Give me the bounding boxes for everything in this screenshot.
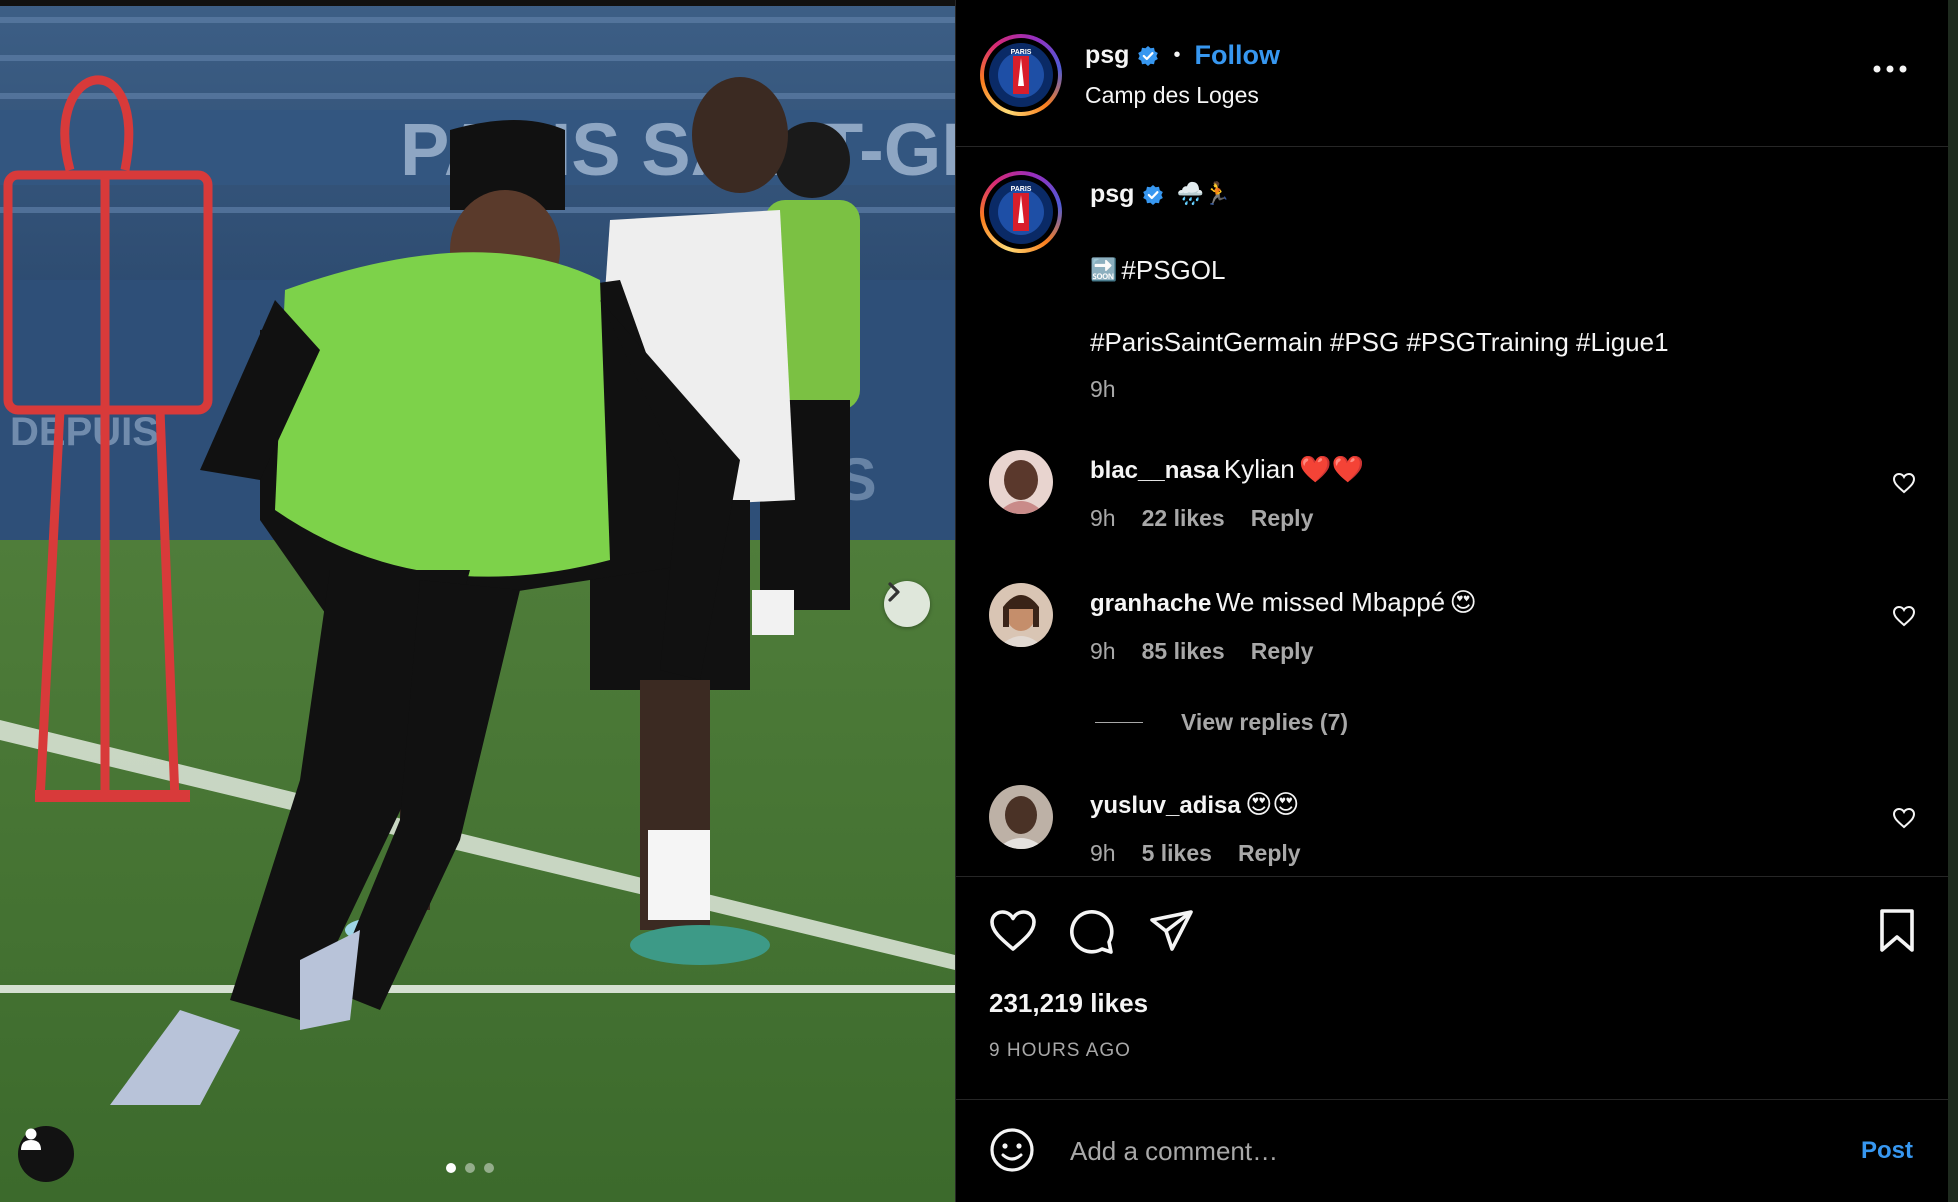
- comment-text: We missed Mbappé: [1215, 587, 1446, 617]
- more-options-button[interactable]: [1872, 62, 1908, 80]
- comment-likes[interactable]: 22 likes: [1142, 505, 1225, 532]
- carousel-dot: [484, 1163, 494, 1173]
- photo-top-edge: [0, 0, 955, 6]
- caption-header: psg 🌧️🏃: [1090, 180, 1231, 209]
- comment-username[interactable]: granhache: [1090, 590, 1211, 617]
- comment-likes[interactable]: 85 likes: [1142, 638, 1225, 665]
- comment-text: Kylian: [1223, 454, 1295, 484]
- carousel-dot-active: [446, 1163, 456, 1173]
- comment-likes[interactable]: 5 likes: [1142, 840, 1212, 867]
- header-username[interactable]: psg: [1085, 41, 1129, 70]
- carousel-next-button[interactable]: [884, 581, 930, 627]
- replies-divider-line: [1095, 722, 1143, 723]
- training-photo-illustration: PARIS SAINT-GE DEPUIS IS: [0, 0, 955, 1202]
- post-location[interactable]: Camp des Loges: [1085, 82, 1259, 109]
- heart-outline-icon[interactable]: [1892, 807, 1916, 829]
- view-replies-label: View replies (7): [1181, 709, 1349, 735]
- post-timestamp: 9 HOURS AGO: [989, 1040, 1131, 1061]
- post-photo[interactable]: PARIS SAINT-GE DEPUIS IS: [0, 0, 955, 1202]
- commenter-avatar[interactable]: [989, 785, 1053, 849]
- reply-button[interactable]: Reply: [1238, 840, 1301, 867]
- account-avatar[interactable]: PARIS: [980, 34, 1062, 116]
- post-comment-button[interactable]: Post: [1861, 1137, 1913, 1165]
- comments-section[interactable]: PARIS psg 🌧️🏃 🔜 #PSGOL #ParisSaintGermai…: [956, 147, 1949, 875]
- avatar-photo: [989, 450, 1053, 514]
- heart-outline-icon[interactable]: [1892, 605, 1916, 627]
- avatar-photo: [989, 785, 1053, 849]
- caption-hashtags[interactable]: #ParisSaintGermain #PSG #PSGTraining #Li…: [1090, 327, 1669, 358]
- comment-time: 9h: [1090, 840, 1116, 866]
- bookmark-icon[interactable]: [1878, 908, 1916, 954]
- comment-username[interactable]: blac__nasa: [1090, 457, 1219, 484]
- follow-button[interactable]: Follow: [1194, 40, 1279, 71]
- chevron-right-icon: [888, 582, 900, 602]
- comment-time: 9h: [1090, 638, 1116, 664]
- commenter-avatar[interactable]: [989, 583, 1053, 647]
- heart-outline-icon[interactable]: [1892, 472, 1916, 494]
- more-horizontal-icon: [1873, 65, 1907, 73]
- svg-text:PARIS: PARIS: [1011, 49, 1032, 56]
- soon-arrow-icon: 🔜: [1090, 258, 1118, 283]
- comment-bubble-icon[interactable]: [1069, 909, 1115, 955]
- commenter-avatar[interactable]: [989, 450, 1053, 514]
- comment-time: 9h: [1090, 505, 1116, 531]
- user-icon: [21, 1128, 41, 1150]
- verified-badge-icon: [1138, 45, 1159, 66]
- likes-count[interactable]: 231,219 likes: [989, 988, 1148, 1019]
- tagged-users-button[interactable]: [18, 1126, 74, 1182]
- caption-hashtag-psgol[interactable]: #PSGOL: [1121, 255, 1225, 286]
- emoji-smiley-icon[interactable]: [989, 1127, 1035, 1173]
- comment-emoji: 😍: [1449, 588, 1477, 618]
- like-heart-icon[interactable]: [989, 909, 1037, 953]
- psg-logo-icon: PARIS: [989, 180, 1053, 244]
- caption-emojis: 🌧️🏃: [1176, 182, 1232, 207]
- svg-text:DEPUIS: DEPUIS: [10, 410, 159, 454]
- post-side-panel: PARIS psg • Follow Camp des Loges PARIS …: [955, 0, 1949, 1202]
- comment-input[interactable]: [1068, 1129, 1772, 1173]
- reply-button[interactable]: Reply: [1251, 638, 1314, 665]
- verified-badge-icon: [1143, 184, 1164, 205]
- post-actions: 231,219 likes 9 HOURS AGO: [956, 876, 1949, 1100]
- psg-logo-icon: PARIS: [989, 43, 1053, 107]
- svg-text:PARIS: PARIS: [1011, 186, 1032, 193]
- comment-emoji: ❤️❤️: [1299, 455, 1364, 485]
- reply-button[interactable]: Reply: [1251, 505, 1314, 532]
- carousel-indicator: [446, 1163, 494, 1173]
- header-separator: •: [1173, 44, 1181, 66]
- caption-username[interactable]: psg: [1090, 180, 1134, 209]
- post-header: PARIS psg • Follow Camp des Loges: [956, 0, 1949, 147]
- view-replies-button[interactable]: View replies (7): [1095, 709, 1348, 736]
- share-send-icon[interactable]: [1149, 909, 1195, 953]
- background-edge: [1948, 0, 1958, 1202]
- comment-username[interactable]: yusluv_adisa: [1090, 792, 1241, 819]
- caption-time: 9h: [1090, 376, 1116, 402]
- add-comment-bar: Post: [956, 1099, 1949, 1202]
- caption-avatar[interactable]: PARIS: [980, 171, 1062, 253]
- caption-line-1: 🔜 #PSGOL: [1090, 255, 1225, 286]
- carousel-dot: [465, 1163, 475, 1173]
- avatar-photo: [989, 583, 1053, 647]
- comment-emoji: 😍😍: [1245, 790, 1300, 820]
